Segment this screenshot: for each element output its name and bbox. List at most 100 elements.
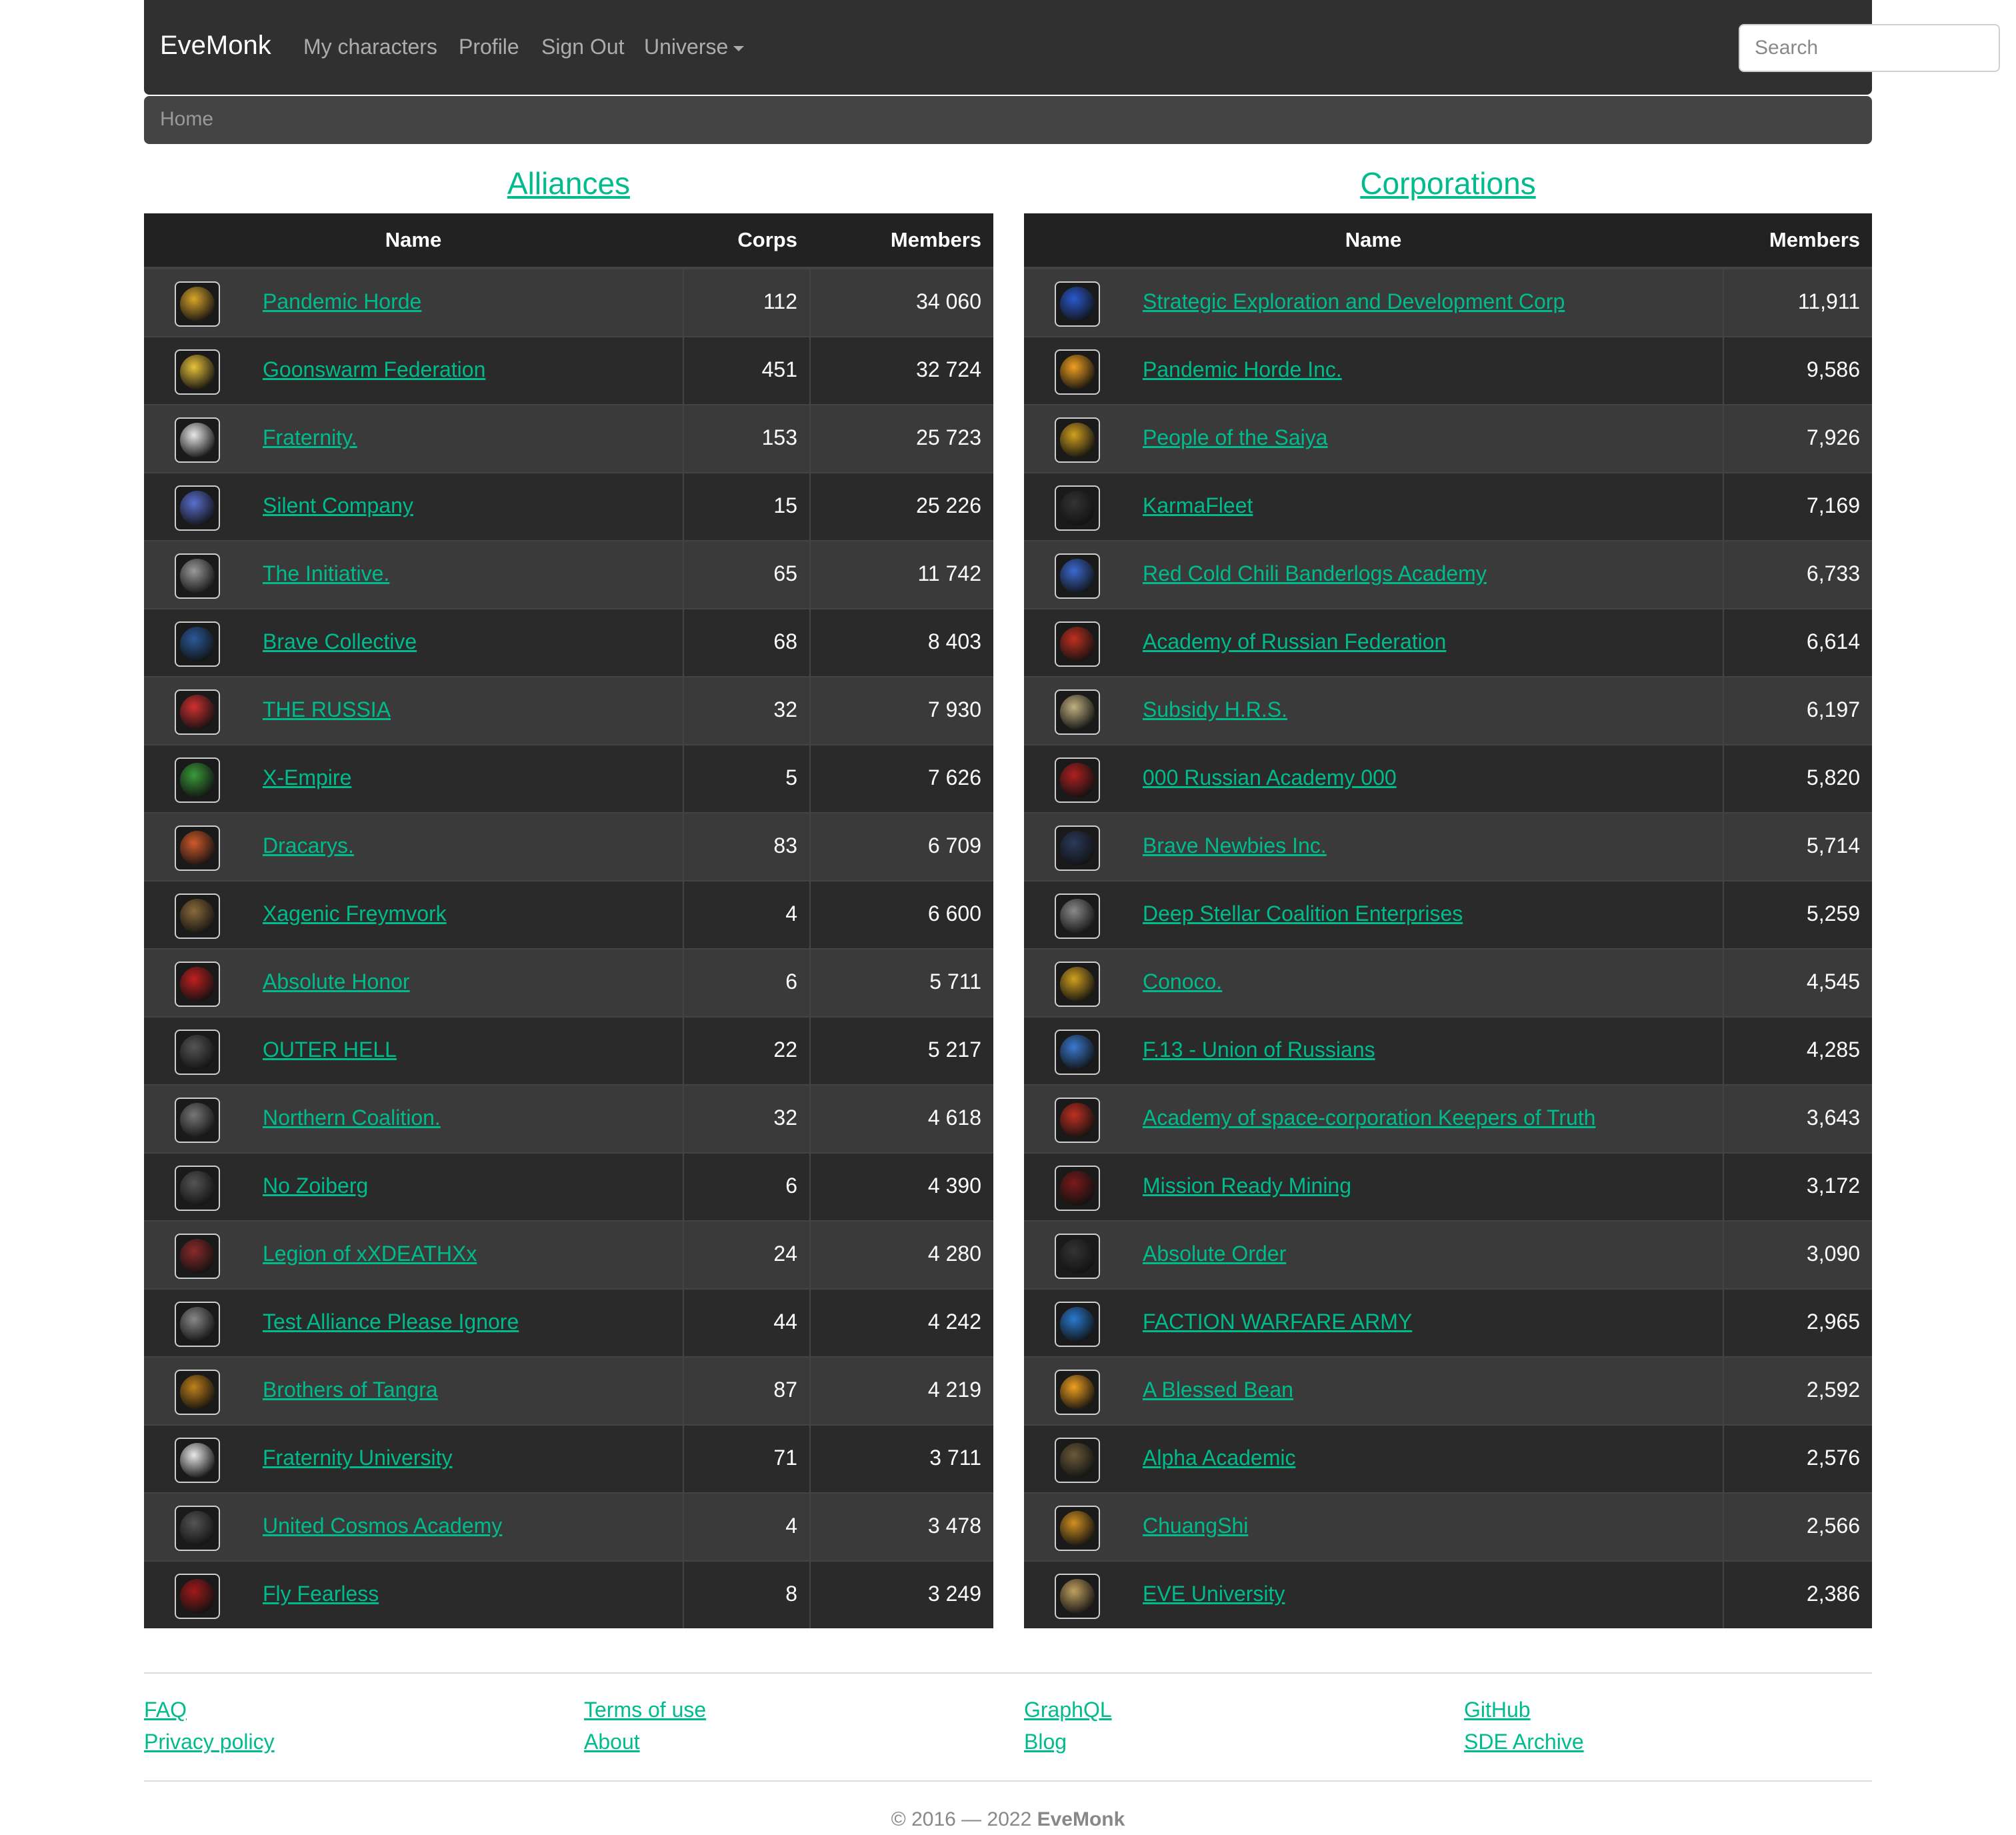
alliances-logo-icon[interactable]: [175, 893, 220, 939]
corporations-logo-icon[interactable]: [1055, 281, 1100, 327]
alliances-name-link[interactable]: Fly Fearless: [263, 1582, 379, 1606]
corporations-logo-icon[interactable]: [1055, 1302, 1100, 1347]
breadcrumb-home[interactable]: Home: [160, 108, 213, 131]
alliances-name-link[interactable]: United Cosmos Academy: [263, 1514, 502, 1538]
alliances-name-link[interactable]: No Zoiberg: [263, 1174, 368, 1198]
footer-faq-link[interactable]: FAQ: [144, 1698, 187, 1722]
alliances-name-link[interactable]: Absolute Honor: [263, 970, 410, 994]
corporations-logo-icon[interactable]: [1055, 1506, 1100, 1551]
alliances-name-link[interactable]: Fraternity University: [263, 1446, 453, 1470]
corporations-logo-icon[interactable]: [1055, 689, 1100, 735]
footer-blog-link[interactable]: Blog: [1024, 1730, 1067, 1754]
alliances-name-link[interactable]: Silent Company: [263, 493, 413, 518]
brand-link[interactable]: EveMonk: [160, 31, 271, 61]
search-input[interactable]: [1739, 24, 2000, 72]
corporations-name-link[interactable]: Alpha Academic: [1143, 1446, 1295, 1470]
alliances-logo-icon[interactable]: [175, 1098, 220, 1143]
corporations-logo-icon[interactable]: [1055, 621, 1100, 667]
column-header-members[interactable]: Members: [809, 228, 993, 252]
corporations-logo-icon[interactable]: [1055, 825, 1100, 871]
alliances-name-link[interactable]: Brave Collective: [263, 629, 417, 654]
alliances-logo-icon[interactable]: [175, 417, 220, 463]
alliances-logo-icon[interactable]: [175, 1302, 220, 1347]
corporations-logo-icon[interactable]: [1055, 553, 1100, 599]
corporations-name-link[interactable]: 000 Russian Academy 000: [1143, 765, 1397, 790]
column-header-members[interactable]: Members: [1723, 228, 1872, 252]
alliances-name-link[interactable]: Goonswarm Federation: [263, 357, 485, 382]
alliances-name-link[interactable]: Legion of xXDEATHXx: [263, 1242, 477, 1266]
corporations-logo-icon[interactable]: [1055, 1030, 1100, 1075]
corporations-name-link[interactable]: ChuangShi: [1143, 1514, 1248, 1538]
alliances-logo-icon[interactable]: [175, 281, 220, 327]
nav-profile[interactable]: Profile: [459, 35, 519, 59]
corporations-name-link[interactable]: KarmaFleet: [1143, 493, 1253, 518]
alliances-logo-icon[interactable]: [175, 1438, 220, 1483]
corporations-name-link[interactable]: Deep Stellar Coalition Enterprises: [1143, 901, 1463, 926]
alliances-name-link[interactable]: Fraternity.: [263, 425, 357, 450]
alliances-logo-icon[interactable]: [175, 349, 220, 395]
corporations-logo-icon[interactable]: [1055, 1166, 1100, 1211]
corporations-title-link[interactable]: Corporations: [1024, 165, 1872, 201]
corporations-name-link[interactable]: Mission Ready Mining: [1143, 1174, 1351, 1198]
alliances-logo-icon[interactable]: [175, 689, 220, 735]
alliances-name-link[interactable]: X-Empire: [263, 765, 351, 790]
footer-about-link[interactable]: About: [584, 1730, 640, 1754]
corporations-logo-icon[interactable]: [1055, 1370, 1100, 1415]
alliances-logo-icon[interactable]: [175, 1370, 220, 1415]
alliances-name-link[interactable]: Brothers of Tangra: [263, 1378, 438, 1402]
alliances-name-link[interactable]: OUTER HELL: [263, 1038, 397, 1062]
alliances-logo-icon[interactable]: [175, 1166, 220, 1211]
corporations-name-link[interactable]: Absolute Order: [1143, 1242, 1286, 1266]
alliances-logo-icon[interactable]: [175, 1506, 220, 1551]
footer-graphql-link[interactable]: GraphQL: [1024, 1698, 1112, 1722]
alliances-name-link[interactable]: THE RUSSIA: [263, 697, 391, 722]
column-header-corps[interactable]: Corps: [683, 228, 809, 252]
alliances-name-link[interactable]: Dracarys.: [263, 833, 354, 858]
nav-universe-dropdown[interactable]: Universe: [644, 35, 745, 59]
corporations-logo-icon[interactable]: [1055, 417, 1100, 463]
alliances-name-link[interactable]: The Initiative.: [263, 561, 389, 586]
corporations-name-link[interactable]: Strategic Exploration and Development Co…: [1143, 289, 1565, 314]
alliances-name-link[interactable]: Pandemic Horde: [263, 289, 421, 314]
corporations-logo-icon[interactable]: [1055, 962, 1100, 1007]
corporations-logo-icon[interactable]: [1055, 1098, 1100, 1143]
column-header-name[interactable]: Name: [144, 228, 683, 252]
corporations-name-link[interactable]: EVE University: [1143, 1582, 1285, 1606]
alliances-logo-icon[interactable]: [175, 621, 220, 667]
alliances-logo-icon[interactable]: [175, 825, 220, 871]
column-header-name[interactable]: Name: [1024, 228, 1723, 252]
alliances-name-link[interactable]: Test Alliance Please Ignore: [263, 1310, 519, 1334]
footer-github-link[interactable]: GitHub: [1464, 1698, 1531, 1722]
corporations-name-link[interactable]: People of the Saiya: [1143, 425, 1328, 450]
nav-sign-out[interactable]: Sign Out: [541, 35, 625, 59]
corporations-logo-icon[interactable]: [1055, 893, 1100, 939]
alliances-logo-icon[interactable]: [175, 1030, 220, 1075]
corporations-name-link[interactable]: Red Cold Chili Banderlogs Academy: [1143, 561, 1487, 586]
alliances-logo-icon[interactable]: [175, 485, 220, 531]
alliances-name-link[interactable]: Northern Coalition.: [263, 1106, 441, 1130]
corporations-name-link[interactable]: Brave Newbies Inc.: [1143, 833, 1327, 858]
corporations-logo-icon[interactable]: [1055, 485, 1100, 531]
corporations-name-link[interactable]: Academy of space-corporation Keepers of …: [1143, 1106, 1595, 1130]
corporations-name-link[interactable]: A Blessed Bean: [1143, 1378, 1293, 1402]
alliances-logo-icon[interactable]: [175, 757, 220, 803]
footer-terms-link[interactable]: Terms of use: [584, 1698, 706, 1722]
corporations-name-link[interactable]: Pandemic Horde Inc.: [1143, 357, 1342, 382]
alliances-logo-icon[interactable]: [175, 1234, 220, 1279]
alliances-logo-icon[interactable]: [175, 962, 220, 1007]
alliances-name-link[interactable]: Xagenic Freymvork: [263, 901, 447, 926]
nav-my-characters[interactable]: My characters: [303, 35, 437, 59]
corporations-name-link[interactable]: Academy of Russian Federation: [1143, 629, 1446, 654]
corporations-logo-icon[interactable]: [1055, 1574, 1100, 1619]
alliances-logo-icon[interactable]: [175, 1574, 220, 1619]
corporations-name-link[interactable]: F.13 - Union of Russians: [1143, 1038, 1375, 1062]
alliances-logo-icon[interactable]: [175, 553, 220, 599]
alliances-title-link[interactable]: Alliances: [144, 165, 993, 201]
corporations-logo-icon[interactable]: [1055, 757, 1100, 803]
corporations-name-link[interactable]: Conoco.: [1143, 970, 1222, 994]
corporations-logo-icon[interactable]: [1055, 1234, 1100, 1279]
corporations-name-link[interactable]: Subsidy H.R.S.: [1143, 697, 1287, 722]
footer-privacy-link[interactable]: Privacy policy: [144, 1730, 275, 1754]
corporations-logo-icon[interactable]: [1055, 349, 1100, 395]
corporations-logo-icon[interactable]: [1055, 1438, 1100, 1483]
